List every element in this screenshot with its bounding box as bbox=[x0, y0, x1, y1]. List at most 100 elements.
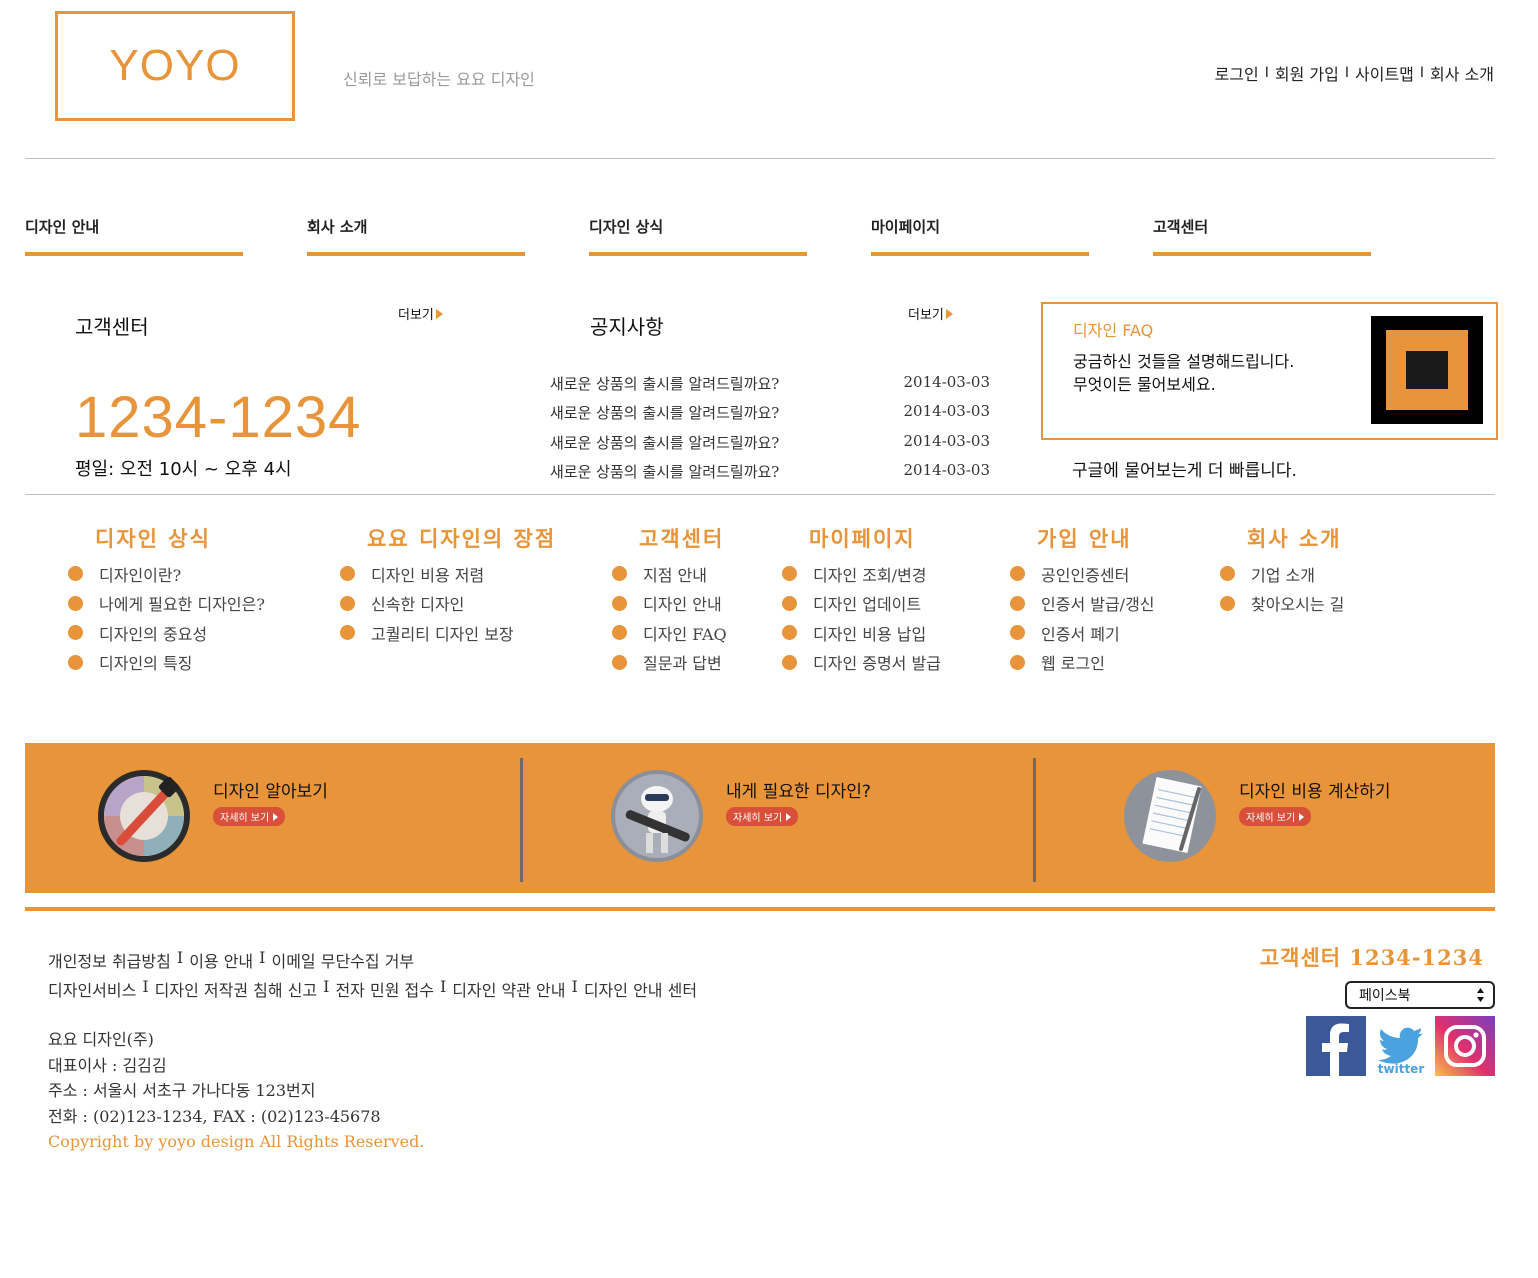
footer-link[interactable]: 디자인 저작권 침해 신고 bbox=[155, 977, 317, 1001]
footer-cs-phone: 고객센터 1234-1234 bbox=[1259, 945, 1484, 970]
band-text: 디자인 비용 계산하기 자세히 보기 bbox=[1239, 777, 1391, 826]
sitemap-item[interactable]: 디자인이란? bbox=[68, 559, 265, 589]
signup-link[interactable]: 회원 가입 bbox=[1275, 61, 1339, 85]
sitemap-item[interactable]: 인증서 발급/갱신 bbox=[1010, 589, 1155, 619]
sitemap-item[interactable]: 질문과 답변 bbox=[612, 648, 727, 678]
band-divider bbox=[520, 758, 523, 882]
notice-item[interactable]: 새로운 상품의 출시를 알려드릴까요? 2014-03-03 bbox=[550, 432, 990, 453]
sitemap-item[interactable]: 디자인 조회/변경 bbox=[782, 559, 941, 589]
nav-company-intro[interactable]: 회사 소개 bbox=[307, 216, 525, 256]
notice-item[interactable]: 새로운 상품의 출시를 알려드릴까요? 2014-03-03 bbox=[550, 402, 990, 423]
band-item[interactable] bbox=[1123, 769, 1217, 863]
sitemap-heading[interactable]: 마이페이지 bbox=[809, 523, 941, 553]
sitemap-item[interactable]: 기업 소개 bbox=[1220, 559, 1344, 589]
nav-mypage[interactable]: 마이페이지 bbox=[871, 216, 1089, 256]
sitemap-item[interactable]: 디자인 업데이트 bbox=[782, 589, 941, 619]
sitemap-item-label: 디자인 증명서 발급 bbox=[813, 654, 941, 674]
tagline: 신뢰로 보답하는 요요 디자인 bbox=[343, 70, 535, 89]
sitemap-item[interactable]: 인증서 폐기 bbox=[1010, 618, 1155, 648]
footer-link[interactable]: 디자인 안내 센터 bbox=[584, 977, 697, 1001]
separator: I bbox=[142, 977, 149, 996]
footer-link[interactable]: 개인정보 취급방침 bbox=[48, 948, 171, 972]
feature-band: 디자인 알아보기 자세히 보기 내게 필요한 디자인? 자세히 보기 디자인 비… bbox=[25, 743, 1495, 893]
footer-link[interactable]: 이메일 무단수집 거부 bbox=[271, 948, 414, 972]
sitemap-item-label: 디자인 비용 저렴 bbox=[371, 565, 485, 585]
bullet-icon bbox=[68, 595, 83, 611]
faq-line: 무엇이든 물어보세요. bbox=[1073, 375, 1216, 394]
company-address: 주소 : 서울시 서초구 가나다동 123번지 bbox=[48, 1081, 316, 1100]
sitemap-item[interactable]: 나에게 필요한 디자인은? bbox=[68, 589, 265, 619]
sitemap-item[interactable]: 디자인의 특징 bbox=[68, 648, 265, 678]
more-label: 더보기 bbox=[908, 308, 944, 323]
sitemap-item[interactable]: 지점 안내 bbox=[612, 559, 727, 589]
sitemap-item-label: 디자인의 특징 bbox=[99, 654, 193, 674]
sns-select[interactable]: 페이스북 bbox=[1345, 981, 1495, 1009]
detail-button[interactable]: 자세히 보기 bbox=[1239, 807, 1312, 826]
arrow-right-icon bbox=[1299, 812, 1305, 821]
sitemap-item[interactable]: 웹 로그인 bbox=[1010, 648, 1155, 678]
sitemap-heading[interactable]: 가입 안내 bbox=[1037, 523, 1155, 553]
faq-box[interactable]: 디자인 FAQ 궁금하신 것들을 설명해드립니다. 무엇이든 물어보세요. bbox=[1041, 302, 1498, 440]
company-tel: 전화 : (02)123-1234, FAX : (02)123-45678 bbox=[48, 1106, 381, 1126]
instagram-icon[interactable] bbox=[1435, 1016, 1495, 1076]
band-item[interactable] bbox=[97, 769, 191, 863]
sitemap-item-label: 디자인 조회/변경 bbox=[813, 565, 927, 585]
color-picker-icon bbox=[97, 769, 191, 863]
sitemap-item[interactable]: 디자인 안내 bbox=[612, 589, 727, 619]
sitemap-link[interactable]: 사이트맵 bbox=[1355, 61, 1414, 85]
footer-divider bbox=[25, 907, 1495, 911]
bullet-icon bbox=[782, 595, 797, 611]
footer-link[interactable]: 전자 민원 접수 bbox=[335, 977, 434, 1001]
twitter-icon[interactable]: twitter bbox=[1371, 1016, 1431, 1076]
footer-link[interactable]: 이용 안내 bbox=[189, 948, 253, 972]
sitemap-item[interactable]: 신속한 디자인 bbox=[340, 589, 556, 619]
arrow-right-icon bbox=[786, 812, 792, 821]
company-intro-link[interactable]: 회사 소개 bbox=[1430, 61, 1494, 85]
sitemap-item[interactable]: 찾아오시는 길 bbox=[1220, 589, 1344, 619]
sitemap-item[interactable]: 디자인 증명서 발급 bbox=[782, 648, 941, 678]
band-item[interactable] bbox=[610, 769, 704, 863]
separator: I bbox=[176, 948, 184, 967]
faq-title: 디자인 FAQ bbox=[1073, 321, 1154, 340]
sitemap-heading[interactable]: 디자인 상식 bbox=[95, 523, 265, 553]
sitemap-item[interactable]: 고퀄리티 디자인 보장 bbox=[340, 618, 556, 648]
notice-item[interactable]: 새로운 상품의 출시를 알려드릴까요? 2014-03-03 bbox=[550, 373, 990, 394]
footer-link[interactable]: 디자인서비스 bbox=[48, 977, 136, 1001]
footer-link[interactable]: 디자인 약관 안내 bbox=[452, 977, 565, 1001]
detail-button[interactable]: 자세히 보기 bbox=[213, 807, 286, 826]
sitemap-item[interactable]: 디자인 비용 저렴 bbox=[340, 559, 556, 589]
bullet-icon bbox=[68, 566, 83, 582]
notice-item-title: 새로운 상품의 출시를 알려드릴까요? bbox=[550, 463, 780, 481]
notice-item[interactable]: 새로운 상품의 출시를 알려드릴까요? 2014-03-03 bbox=[550, 461, 990, 482]
sitemap-item[interactable]: 디자인 비용 납입 bbox=[782, 618, 941, 648]
login-link[interactable]: 로그인 bbox=[1215, 61, 1259, 85]
top-links: 로그인 I 회원 가입 I 사이트맵 I 회사 소개 bbox=[1215, 61, 1494, 85]
logo[interactable]: YOYO bbox=[55, 11, 295, 121]
detail-button[interactable]: 자세히 보기 bbox=[726, 807, 799, 826]
sitemap-heading[interactable]: 요요 디자인의 장점 bbox=[367, 523, 556, 553]
customer-center-more[interactable]: 더보기 bbox=[398, 304, 443, 323]
sitemap-item-label: 기업 소개 bbox=[1251, 565, 1315, 585]
nav-design-knowledge[interactable]: 디자인 상식 bbox=[589, 216, 807, 256]
bullet-icon bbox=[782, 625, 797, 641]
sitemap-item-label: 찾아오시는 길 bbox=[1251, 595, 1345, 615]
band-text: 내게 필요한 디자인? 자세히 보기 bbox=[726, 777, 871, 826]
bullet-icon bbox=[1220, 566, 1235, 582]
arrow-right-icon bbox=[945, 308, 953, 319]
sitemap-heading[interactable]: 고객센터 bbox=[639, 523, 727, 553]
bullet-icon bbox=[612, 654, 627, 670]
band-divider bbox=[1033, 758, 1036, 882]
customer-phone: 1234-1234 bbox=[75, 385, 362, 450]
facebook-icon[interactable] bbox=[1306, 1016, 1366, 1076]
sitemap-item[interactable]: 디자인 FAQ bbox=[612, 618, 727, 648]
nav-customer-center[interactable]: 고객센터 bbox=[1153, 216, 1371, 256]
notice-more[interactable]: 더보기 bbox=[908, 304, 953, 323]
sitemap-item[interactable]: 공인인증센터 bbox=[1010, 559, 1155, 589]
customer-center-title: 고객센터 bbox=[75, 315, 149, 339]
sitemap-heading[interactable]: 회사 소개 bbox=[1247, 523, 1344, 553]
faq-square-icon bbox=[1371, 316, 1483, 424]
sitemap-item-label: 디자인 안내 bbox=[643, 595, 722, 615]
nav-design-guide[interactable]: 디자인 안내 bbox=[25, 216, 243, 256]
sitemap-item[interactable]: 디자인의 중요성 bbox=[68, 618, 265, 648]
twitter-label: twitter bbox=[1378, 1062, 1425, 1076]
